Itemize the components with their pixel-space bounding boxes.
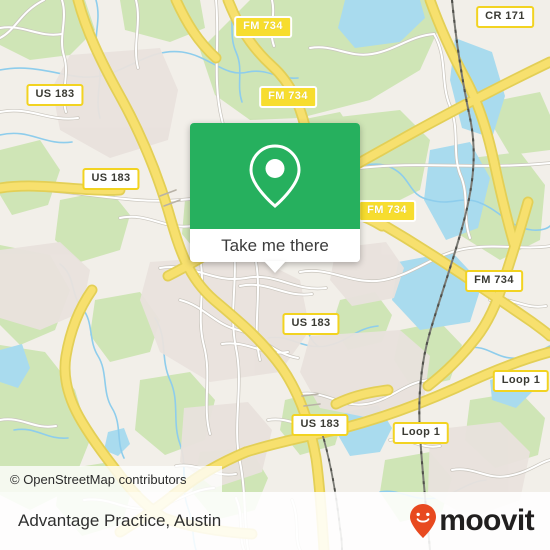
- map-attribution[interactable]: © OpenStreetMap contributors: [0, 466, 222, 492]
- road-shield: FM 734: [358, 200, 416, 222]
- take-me-there-label: Take me there: [221, 235, 329, 255]
- road-shield: US 183: [82, 168, 140, 190]
- callout-action-panel[interactable]: Take me there: [190, 229, 360, 262]
- road-shield: US 183: [26, 84, 84, 106]
- callout-icon-panel: [190, 123, 360, 229]
- road-shield: US 183: [291, 414, 349, 436]
- road-shield: Loop 1: [492, 370, 550, 392]
- map-pin-icon: [249, 144, 301, 208]
- road-shield: US 183: [282, 313, 340, 335]
- road-shield: FM 734: [465, 270, 523, 292]
- moovit-smiley-pin-icon: [410, 504, 437, 538]
- map-screen: CR 171 FM 734 US 183 FM 734 US 183 FM 734 FM 7…: [0, 0, 550, 550]
- callout-pointer-tail: [264, 261, 286, 273]
- road-shield: FM 734: [234, 16, 292, 38]
- road-shield: FM 734: [259, 86, 317, 108]
- attribution-text: © OpenStreetMap contributors: [10, 471, 187, 487]
- road-shield: Loop 1: [392, 422, 450, 444]
- moovit-wordmark: moovit: [439, 504, 534, 537]
- place-name-label: Advantage Practice, Austin: [18, 511, 222, 530]
- take-me-there-callout[interactable]: Take me there: [190, 123, 360, 262]
- bottom-info-bar: Advantage Practice, Austin moovit: [0, 492, 550, 550]
- moovit-logo[interactable]: moovit: [408, 503, 535, 539]
- road-shield: CR 171: [476, 6, 534, 28]
